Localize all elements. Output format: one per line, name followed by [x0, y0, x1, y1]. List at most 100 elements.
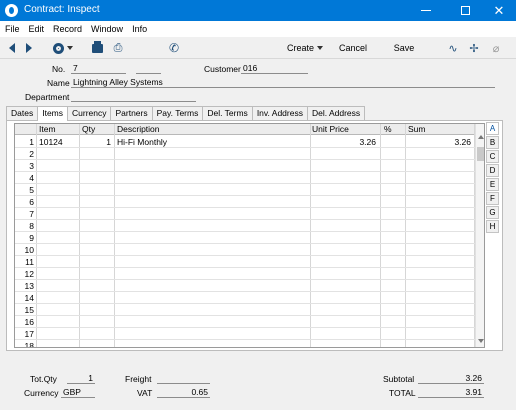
- row-number: 6: [29, 197, 34, 207]
- item-cell[interactable]: 10124: [39, 136, 77, 148]
- next-record-button[interactable]: [24, 41, 34, 55]
- department-field[interactable]: [71, 91, 196, 102]
- table-row[interactable]: 1 10124 1 Hi-Fi Monthly 3.26 3.26: [15, 136, 475, 148]
- table-row[interactable]: 12: [15, 268, 475, 280]
- tab-del-terms[interactable]: Del. Terms: [202, 106, 253, 120]
- items-grid[interactable]: Item Qty Description Unit Price % Sum 11…: [14, 123, 485, 348]
- letter-tab-g[interactable]: G: [486, 206, 499, 219]
- scroll-up-icon[interactable]: [478, 135, 484, 139]
- column-header-description: Description: [117, 124, 160, 134]
- unit-price-cell[interactable]: 3.26: [310, 136, 376, 148]
- grid-header: Item Qty Description Unit Price % Sum: [15, 124, 475, 135]
- create-button[interactable]: Create: [286, 41, 324, 55]
- close-icon: ✕: [493, 2, 505, 18]
- scroll-thumb[interactable]: [477, 147, 484, 161]
- grid-scrollbar[interactable]: [475, 124, 484, 347]
- no-extra-field[interactable]: [136, 63, 161, 74]
- table-row[interactable]: 7: [15, 208, 475, 220]
- expand-button[interactable]: ✢: [468, 41, 480, 55]
- telephone-button[interactable]: ✆: [168, 41, 180, 55]
- print-preview-button[interactable]: ⎙: [110, 41, 126, 55]
- row-number: 14: [24, 293, 34, 303]
- table-row[interactable]: 3: [15, 160, 475, 172]
- print-button[interactable]: [90, 40, 104, 55]
- menu-file[interactable]: File: [0, 24, 24, 34]
- tab-currency[interactable]: Currency: [67, 106, 112, 120]
- qty-cell[interactable]: 1: [79, 136, 111, 148]
- letter-tab-d[interactable]: D: [486, 164, 499, 177]
- table-row[interactable]: 18: [15, 340, 475, 347]
- table-row[interactable]: 5: [15, 184, 475, 196]
- minimize-icon: [421, 10, 431, 11]
- table-row[interactable]: 16: [15, 316, 475, 328]
- arrow-right-icon: [26, 43, 32, 53]
- tab-inv-address[interactable]: Inv. Address: [251, 106, 308, 120]
- menu-window[interactable]: Window: [86, 24, 127, 34]
- freight-field[interactable]: [157, 373, 210, 384]
- table-row[interactable]: 13: [15, 280, 475, 292]
- activity-button[interactable]: ∿: [447, 41, 459, 55]
- maximize-button[interactable]: [447, 0, 483, 21]
- menu-info[interactable]: Info: [127, 24, 151, 34]
- table-row[interactable]: 8: [15, 220, 475, 232]
- gear-icon: [53, 42, 64, 54]
- tab-del-address[interactable]: Del. Address: [306, 106, 366, 120]
- printer-icon: [91, 40, 103, 53]
- menu-record[interactable]: Record: [48, 24, 86, 34]
- no-label: No.: [52, 64, 66, 74]
- row-number: 11: [25, 257, 34, 267]
- chevron-down-icon: [317, 46, 323, 50]
- letter-tab-b[interactable]: B: [486, 136, 499, 149]
- table-row[interactable]: 10: [15, 244, 475, 256]
- letter-tab-a[interactable]: A: [486, 122, 499, 135]
- attachment-button[interactable]: ⌀: [490, 41, 502, 55]
- name-label: Name: [47, 78, 70, 88]
- letter-tab-h[interactable]: H: [486, 220, 499, 233]
- tab-partners[interactable]: Partners: [110, 106, 153, 120]
- row-number: 1: [29, 137, 34, 147]
- expand-arrows-icon: ✢: [469, 42, 479, 55]
- table-row[interactable]: 15: [15, 304, 475, 316]
- tab-bar: Dates Items Currency Partners Pay. Terms…: [6, 106, 366, 121]
- row-number: 9: [29, 233, 34, 243]
- name-field[interactable]: Lightning Alley Systems: [71, 77, 495, 88]
- paperclip-icon: ⌀: [492, 42, 500, 55]
- table-row[interactable]: 4: [15, 172, 475, 184]
- sum-cell[interactable]: 3.26: [405, 136, 471, 148]
- print-preview-icon: ⎙: [113, 41, 123, 54]
- currency-field[interactable]: GBP: [61, 387, 95, 398]
- table-row[interactable]: 11: [15, 256, 475, 268]
- previous-record-button[interactable]: [7, 41, 17, 55]
- table-row[interactable]: 9: [15, 232, 475, 244]
- cancel-label: Cancel: [338, 43, 367, 53]
- column-header-qty: Qty: [82, 124, 96, 134]
- tab-pay-terms[interactable]: Pay. Terms: [151, 106, 204, 120]
- letter-tab-e[interactable]: E: [486, 178, 499, 191]
- row-number: 10: [24, 245, 34, 255]
- table-row[interactable]: 6: [15, 196, 475, 208]
- table-row[interactable]: 2: [15, 148, 475, 160]
- menu-edit[interactable]: Edit: [24, 24, 49, 34]
- tab-dates[interactable]: Dates: [6, 106, 39, 120]
- row-number: 5: [29, 185, 34, 195]
- letter-tab-f[interactable]: F: [486, 192, 499, 205]
- scroll-down-icon[interactable]: [478, 339, 484, 343]
- cancel-button[interactable]: Cancel: [338, 41, 368, 55]
- vat-field: 0.65: [157, 387, 210, 398]
- close-button[interactable]: ✕: [481, 0, 516, 21]
- row-number: 7: [29, 209, 34, 219]
- minimize-button[interactable]: [408, 0, 444, 21]
- customer-field[interactable]: 016: [241, 63, 308, 74]
- customer-label: Customer: [204, 64, 241, 74]
- create-label: Create: [286, 43, 314, 53]
- operations-menu-button[interactable]: [52, 41, 74, 55]
- no-field[interactable]: 7: [71, 63, 126, 74]
- letter-tab-c[interactable]: C: [486, 150, 499, 163]
- row-number: 13: [24, 281, 34, 291]
- table-row[interactable]: 14: [15, 292, 475, 304]
- column-header-percent: %: [384, 124, 392, 134]
- table-row[interactable]: 17: [15, 328, 475, 340]
- description-cell[interactable]: Hi-Fi Monthly: [117, 136, 307, 148]
- save-button[interactable]: Save: [392, 41, 416, 55]
- tab-items[interactable]: Items: [37, 106, 68, 121]
